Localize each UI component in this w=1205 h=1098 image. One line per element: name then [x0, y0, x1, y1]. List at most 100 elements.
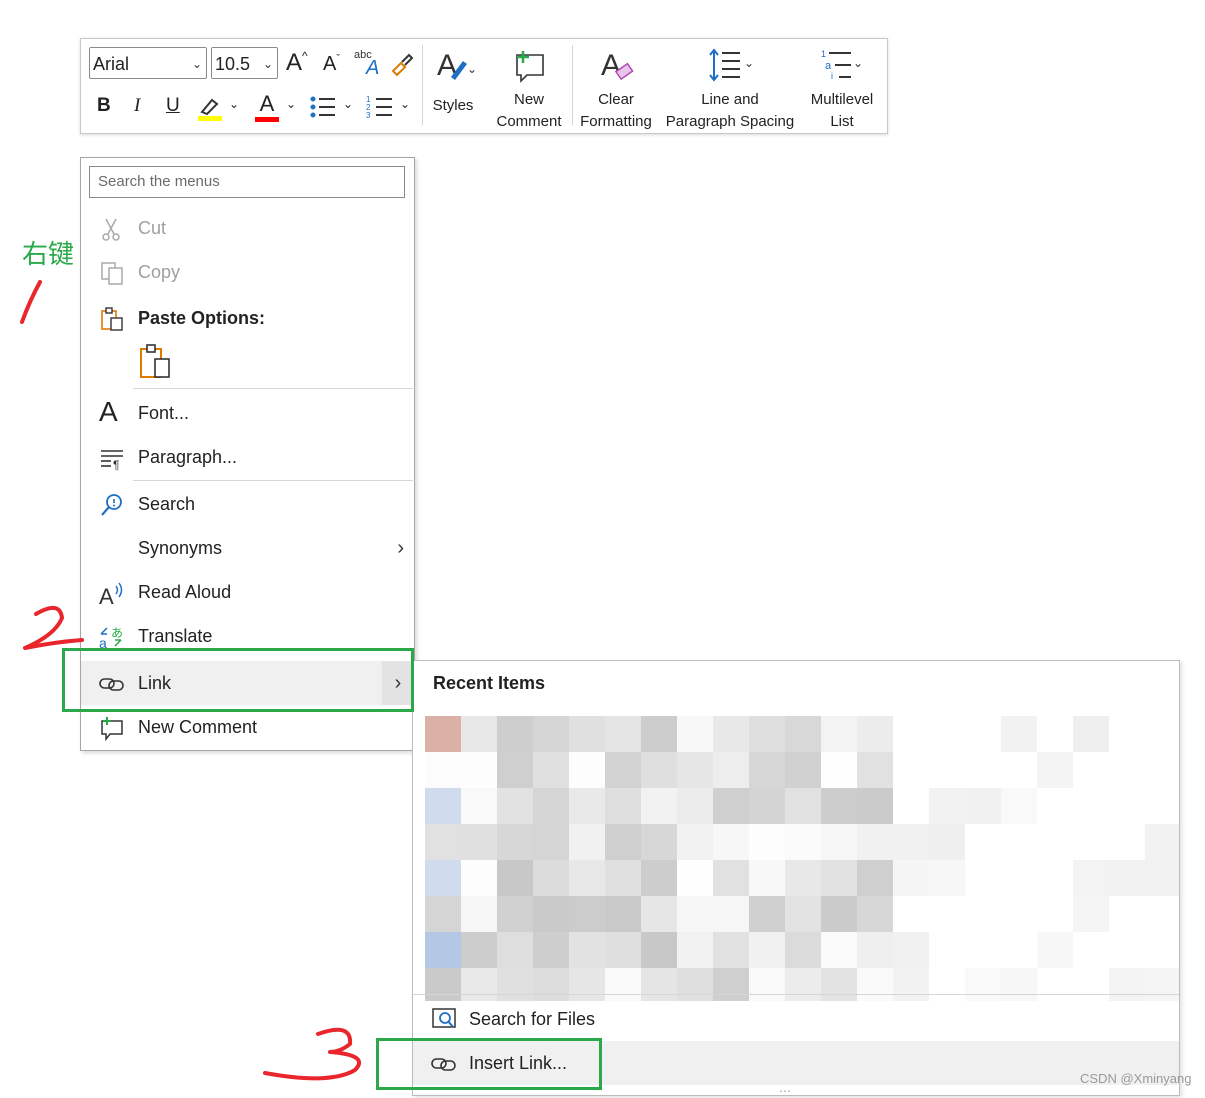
chevron-down-icon[interactable]: ⌄ [229, 97, 239, 111]
mosaic-cell [1109, 752, 1145, 788]
chevron-down-icon[interactable]: ⌄ [400, 97, 410, 111]
mosaic-cell [1037, 788, 1073, 824]
recent-items-pixelated-preview [425, 716, 1179, 1001]
mosaic-cell [605, 968, 641, 1001]
mosaic-cell [641, 716, 677, 752]
paste-keep-source-button[interactable] [137, 343, 175, 381]
font-size-combo[interactable]: 10.5 ⌄ [211, 47, 278, 79]
numbered-list-icon: 123 [366, 95, 392, 120]
menu-search-input[interactable]: Search the menus [89, 166, 405, 198]
multilevel-list-button[interactable]: 1 a i ⌄ Multilevel List [803, 45, 881, 133]
paste-icon [101, 307, 123, 331]
mosaic-cell [965, 932, 1001, 968]
mosaic-cell [1073, 896, 1109, 932]
mosaic-cell [785, 860, 821, 896]
mosaic-cell [425, 860, 461, 896]
mosaic-cell [857, 932, 893, 968]
mosaic-cell [1073, 752, 1109, 788]
mosaic-cell [461, 968, 497, 1001]
new-comment-label-2: Comment [496, 113, 562, 130]
toolbar-divider [572, 45, 573, 125]
mosaic-cell [893, 896, 929, 932]
mosaic-cell [785, 932, 821, 968]
mosaic-cell [533, 716, 569, 752]
annotation-number-3 [263, 1027, 362, 1081]
mosaic-cell [641, 860, 677, 896]
mosaic-cell [749, 752, 785, 788]
shrink-font-icon[interactable]: Aˇ [323, 53, 340, 76]
mosaic-cell [785, 752, 821, 788]
format-painter-icon[interactable] [389, 51, 415, 83]
mosaic-cell [677, 896, 713, 932]
menu-item-font[interactable]: A Font... [81, 393, 414, 433]
menu-item-search[interactable]: Search [81, 484, 414, 524]
mosaic-cell [893, 824, 929, 860]
svg-text:¶: ¶ [113, 458, 119, 471]
menu-item-paragraph-label: Paragraph... [138, 447, 238, 467]
menu-item-copy[interactable]: Copy [81, 252, 414, 292]
multilevel-list-icon: 1 a i ⌄ [803, 45, 881, 89]
mosaic-cell [605, 788, 641, 824]
italic-button[interactable]: I [134, 95, 140, 117]
chevron-down-icon: ⌄ [262, 57, 273, 71]
menu-item-read-aloud-label: Read Aloud [138, 582, 232, 602]
menu-item-cut[interactable]: Cut [81, 208, 414, 248]
font-color-bar [255, 117, 279, 122]
mosaic-cell [533, 824, 569, 860]
mosaic-cell [965, 752, 1001, 788]
font-color-button[interactable]: A [253, 91, 281, 123]
menu-item-search-label: Search [138, 494, 196, 514]
font-name-combo[interactable]: Arial ⌄ [89, 47, 207, 79]
line-spacing-button[interactable]: ⌄ Line and Paragraph Spacing [661, 45, 799, 133]
underline-button[interactable]: U [166, 95, 180, 117]
mosaic-cell [425, 716, 461, 752]
mosaic-cell [785, 788, 821, 824]
font-size-value: 10.5 [215, 54, 251, 74]
bullets-button[interactable] [309, 94, 337, 126]
mosaic-cell [533, 968, 569, 1001]
mosaic-cell [785, 896, 821, 932]
highlight-color-bar [198, 116, 222, 121]
line-spacing-label-2: Paragraph Spacing [665, 113, 795, 130]
annotation-number-1 [20, 280, 42, 324]
menu-item-new-comment[interactable]: New Comment [81, 707, 414, 747]
chevron-down-icon[interactable]: ⌄ [343, 97, 353, 111]
svg-text:A: A [99, 584, 114, 606]
clear-formatting-button[interactable]: A Clear Formatting [575, 45, 657, 133]
read-aloud-icon: A [99, 582, 123, 606]
numbering-button[interactable]: 123 [366, 94, 394, 126]
mosaic-cell [821, 968, 857, 1001]
grow-font-icon[interactable]: A^ [286, 49, 308, 77]
menu-item-synonyms[interactable]: Synonyms › [81, 528, 414, 568]
mosaic-cell [497, 968, 533, 1001]
mosaic-cell [1109, 896, 1145, 932]
change-case-icon[interactable]: abc A [354, 49, 384, 81]
mosaic-cell [1109, 932, 1145, 968]
mosaic-cell [677, 968, 713, 1001]
mosaic-cell [965, 896, 1001, 932]
mosaic-cell [893, 968, 929, 1001]
new-comment-button[interactable]: New Comment [491, 45, 567, 133]
mosaic-cell [1073, 860, 1109, 896]
styles-button[interactable]: A ⌄ Styles [427, 45, 479, 117]
mosaic-cell [425, 788, 461, 824]
menu-item-paragraph[interactable]: ¶ Paragraph... [81, 437, 414, 477]
mosaic-cell [1037, 896, 1073, 932]
mosaic-cell [1145, 896, 1179, 932]
search-for-files-item[interactable]: Search for Files [413, 999, 1179, 1041]
mosaic-cell [461, 896, 497, 932]
bold-button[interactable]: B [97, 95, 111, 117]
menu-item-read-aloud[interactable]: A Read Aloud [81, 572, 414, 612]
mosaic-cell [425, 932, 461, 968]
styles-icon: A ⌄ [427, 45, 479, 89]
mosaic-cell [461, 752, 497, 788]
chevron-down-icon[interactable]: ⌄ [286, 97, 296, 111]
mosaic-cell [605, 932, 641, 968]
mosaic-cell [1037, 824, 1073, 860]
paste-keep-source-icon [140, 344, 170, 378]
mosaic-cell [1037, 716, 1073, 752]
highlight-button[interactable] [196, 94, 224, 124]
mosaic-cell [1001, 896, 1037, 932]
mosaic-cell [857, 716, 893, 752]
mosaic-cell [677, 932, 713, 968]
